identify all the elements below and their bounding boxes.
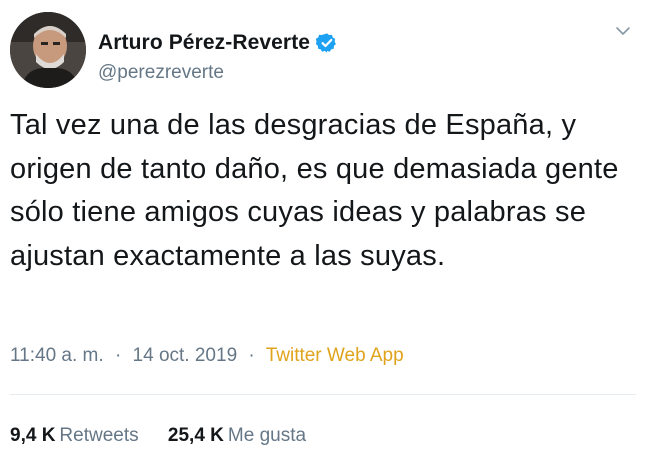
retweets-stat[interactable]: 9,4 K Retweets	[10, 425, 144, 446]
divider	[10, 394, 636, 395]
tweet-meta: 11:40 a. m. · 14 oct. 2019 · Twitter Web…	[10, 345, 404, 367]
verified-badge-icon	[316, 33, 336, 53]
chevron-down-icon[interactable]	[614, 22, 632, 40]
tweet-header: Arturo Pérez-Reverte @perezreverte	[10, 10, 636, 88]
avatar-image	[10, 12, 86, 88]
tweet-time[interactable]: 11:40 a. m.	[10, 345, 104, 366]
meta-separator: ·	[114, 345, 122, 366]
likes-label: Me gusta	[227, 425, 307, 446]
likes-stat[interactable]: 25,4 K Me gusta	[168, 425, 306, 446]
retweets-label: Retweets	[59, 425, 139, 446]
name-row: Arturo Pérez-Reverte	[98, 31, 338, 55]
retweets-count: 9,4 K	[10, 425, 56, 446]
author-display-name[interactable]: Arturo Pérez-Reverte	[98, 31, 310, 55]
avatar[interactable]	[10, 12, 86, 88]
likes-count: 25,4 K	[167, 425, 224, 446]
tweet-source-link[interactable]: Twitter Web App	[266, 345, 404, 366]
tweet-date[interactable]: 14 oct. 2019	[133, 345, 238, 366]
tweet-text: Tal vez una de las desgracias de España,…	[10, 109, 619, 272]
tweet-stats: 9,4 K Retweets 25,4 K Me gusta	[10, 425, 330, 447]
meta-separator: ·	[248, 345, 255, 366]
author-handle[interactable]: @perezreverte	[98, 62, 224, 84]
